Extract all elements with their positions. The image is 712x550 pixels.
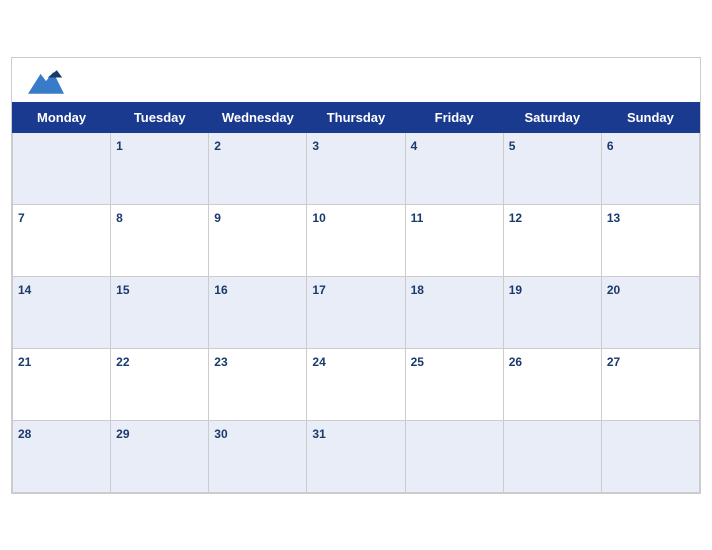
calendar-empty-cell <box>405 420 503 492</box>
calendar-day-cell: 30 <box>209 420 307 492</box>
calendar-day-cell: 13 <box>601 204 699 276</box>
day-number: 22 <box>116 355 129 369</box>
day-number: 28 <box>18 427 31 441</box>
weekday-header-wednesday: Wednesday <box>209 102 307 132</box>
calendar-day-cell: 4 <box>405 132 503 204</box>
calendar-day-cell: 7 <box>13 204 111 276</box>
logo-area <box>28 68 64 96</box>
calendar-day-cell: 8 <box>111 204 209 276</box>
calendar-day-cell: 23 <box>209 348 307 420</box>
calendar-day-cell: 3 <box>307 132 405 204</box>
calendar-day-cell: 5 <box>503 132 601 204</box>
day-number: 19 <box>509 283 522 297</box>
day-number: 13 <box>607 211 620 225</box>
calendar-day-cell: 1 <box>111 132 209 204</box>
day-number: 10 <box>312 211 325 225</box>
day-number: 12 <box>509 211 522 225</box>
calendar-day-cell: 28 <box>13 420 111 492</box>
day-number: 1 <box>116 139 123 153</box>
calendar-container: MondayTuesdayWednesdayThursdayFridaySatu… <box>11 57 701 494</box>
calendar-week-row: 1 2 3 4 5 6 <box>13 132 700 204</box>
calendar-week-row: 14 15 16 17 18 19 20 <box>13 276 700 348</box>
weekday-header-thursday: Thursday <box>307 102 405 132</box>
calendar-day-cell: 31 <box>307 420 405 492</box>
day-number: 8 <box>116 211 123 225</box>
day-number: 11 <box>411 211 424 225</box>
calendar-day-cell: 6 <box>601 132 699 204</box>
day-number: 20 <box>607 283 620 297</box>
day-number: 3 <box>312 139 319 153</box>
weekday-header-monday: Monday <box>13 102 111 132</box>
day-number: 15 <box>116 283 129 297</box>
calendar-day-cell: 11 <box>405 204 503 276</box>
day-number: 23 <box>214 355 227 369</box>
general-blue-icon <box>28 68 64 96</box>
day-number: 21 <box>18 355 31 369</box>
day-number: 18 <box>411 283 424 297</box>
day-number: 4 <box>411 139 418 153</box>
day-number: 17 <box>312 283 325 297</box>
calendar-day-cell: 21 <box>13 348 111 420</box>
calendar-week-row: 28 29 30 31 <box>13 420 700 492</box>
calendar-day-cell: 18 <box>405 276 503 348</box>
day-number: 30 <box>214 427 227 441</box>
calendar-day-cell: 29 <box>111 420 209 492</box>
day-number: 31 <box>312 427 325 441</box>
calendar-day-cell: 20 <box>601 276 699 348</box>
weekday-header-tuesday: Tuesday <box>111 102 209 132</box>
calendar-empty-cell <box>601 420 699 492</box>
calendar-day-cell: 27 <box>601 348 699 420</box>
calendar-day-cell: 22 <box>111 348 209 420</box>
calendar-week-row: 7 8 9 10 11 12 13 <box>13 204 700 276</box>
calendar-day-cell: 9 <box>209 204 307 276</box>
calendar-day-cell: 12 <box>503 204 601 276</box>
calendar-week-row: 21 22 23 24 25 26 27 <box>13 348 700 420</box>
weekday-header-sunday: Sunday <box>601 102 699 132</box>
day-number: 29 <box>116 427 129 441</box>
weekday-header-friday: Friday <box>405 102 503 132</box>
calendar-day-cell: 14 <box>13 276 111 348</box>
day-number: 24 <box>312 355 325 369</box>
calendar-day-cell: 17 <box>307 276 405 348</box>
day-number: 26 <box>509 355 522 369</box>
day-number: 16 <box>214 283 227 297</box>
calendar-day-cell: 25 <box>405 348 503 420</box>
day-number: 7 <box>18 211 25 225</box>
calendar-header <box>12 58 700 102</box>
calendar-day-cell: 26 <box>503 348 601 420</box>
calendar-day-cell: 24 <box>307 348 405 420</box>
calendar-empty-cell <box>503 420 601 492</box>
calendar-grid: MondayTuesdayWednesdayThursdayFridaySatu… <box>12 102 700 493</box>
day-number: 9 <box>214 211 221 225</box>
weekday-header-saturday: Saturday <box>503 102 601 132</box>
calendar-day-cell: 16 <box>209 276 307 348</box>
calendar-day-cell: 19 <box>503 276 601 348</box>
day-number: 14 <box>18 283 31 297</box>
day-number: 5 <box>509 139 516 153</box>
day-number: 25 <box>411 355 424 369</box>
calendar-day-cell: 10 <box>307 204 405 276</box>
day-number: 6 <box>607 139 614 153</box>
calendar-day-cell: 2 <box>209 132 307 204</box>
calendar-day-cell: 15 <box>111 276 209 348</box>
day-number: 2 <box>214 139 221 153</box>
calendar-empty-cell <box>13 132 111 204</box>
day-number: 27 <box>607 355 620 369</box>
weekday-header-row: MondayTuesdayWednesdayThursdayFridaySatu… <box>13 102 700 132</box>
